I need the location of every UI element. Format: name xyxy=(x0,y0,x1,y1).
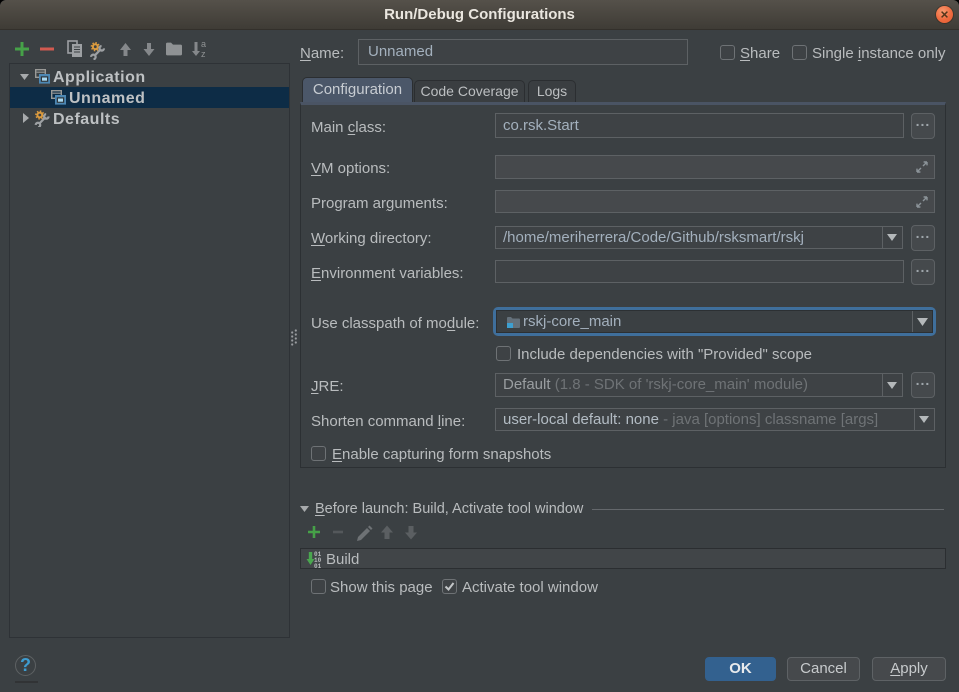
svg-text:a: a xyxy=(201,39,206,49)
svg-text:01: 01 xyxy=(314,563,322,569)
svg-text:z: z xyxy=(201,49,206,59)
